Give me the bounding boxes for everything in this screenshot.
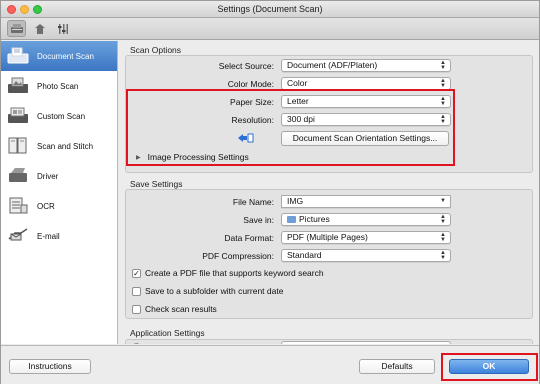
file-name-combobox[interactable]: IMG ▼	[281, 195, 451, 208]
open-with-app-radio[interactable]	[132, 343, 141, 344]
save-settings-heading: Save Settings	[130, 179, 183, 189]
color-mode-value: Color	[287, 78, 308, 88]
application-settings-heading: Application Settings	[130, 328, 205, 338]
check-scan-results-checkbox[interactable]: Check scan results	[132, 304, 217, 314]
updown-arrow-icon: ▲ ▼	[440, 214, 446, 225]
checkmark-icon: ✓	[132, 268, 141, 278]
data-format-value: PDF (Multiple Pages)	[287, 232, 368, 242]
file-name-label: File Name:	[232, 197, 274, 207]
folder-icon	[287, 216, 296, 223]
tab-general-settings[interactable]	[30, 20, 49, 37]
scan-mode-sidebar: Document Scan Photo Scan Custom Scan Sca…	[1, 41, 118, 344]
updown-arrow-icon: ▲ ▼	[440, 60, 446, 71]
document-scan-icon	[5, 45, 31, 67]
settings-window: Settings (Document Scan) Document Scan P…	[0, 0, 540, 384]
window-title: Settings (Document Scan)	[217, 4, 323, 14]
data-format-label: Data Format:	[224, 233, 274, 243]
checkbox-box	[132, 286, 141, 296]
application-settings-group	[125, 339, 533, 344]
driver-icon	[5, 165, 31, 187]
tab-preferences[interactable]	[53, 20, 72, 37]
sidebar-item-label: OCR	[37, 201, 55, 211]
instructions-button[interactable]: Instructions	[9, 359, 91, 374]
sidebar-item-custom-scan[interactable]: Custom Scan	[1, 101, 117, 131]
pdf-compression-dropdown[interactable]: Standard ▲ ▼	[281, 249, 451, 262]
file-name-value: IMG	[287, 196, 304, 206]
select-source-value: Document (ADF/Platen)	[287, 60, 378, 70]
toolbar	[1, 18, 539, 40]
sidebar-item-label: Document Scan	[37, 51, 94, 61]
email-icon	[5, 225, 31, 247]
scan-options-heading: Scan Options	[130, 45, 182, 55]
subfolder-checkbox[interactable]: Save to a subfolder with current date	[132, 286, 283, 296]
title-bar: Settings (Document Scan)	[1, 1, 539, 18]
keyword-search-label: Create a PDF file that supports keyword …	[145, 268, 324, 278]
sidebar-item-document-scan[interactable]: Document Scan	[1, 41, 117, 71]
sidebar-item-label: E-mail	[37, 231, 60, 241]
updown-arrow-icon: ▲ ▼	[440, 232, 446, 243]
data-format-dropdown[interactable]: PDF (Multiple Pages) ▲ ▼	[281, 231, 451, 244]
sidebar-item-email[interactable]: E-mail	[1, 221, 117, 251]
ok-button-highlight	[441, 353, 538, 381]
sidebar-item-scan-and-stitch[interactable]: Scan and Stitch	[1, 131, 117, 161]
settings-panel: Scan Options Select Source: Document (AD…	[119, 41, 539, 344]
custom-scan-icon	[5, 105, 31, 127]
sidebar-item-label: Driver	[37, 171, 59, 181]
keyword-search-checkbox[interactable]: ✓ Create a PDF file that supports keywor…	[132, 268, 324, 278]
updown-arrow-icon: ▲ ▼	[440, 250, 446, 261]
scan-and-stitch-icon	[5, 135, 31, 157]
ocr-icon	[5, 195, 31, 217]
pdf-compression-value: Standard	[287, 250, 322, 260]
photo-scan-icon	[5, 75, 31, 97]
save-in-label: Save in:	[243, 215, 274, 225]
dropdown-arrow-icon: ▼	[440, 198, 446, 204]
defaults-button[interactable]: Defaults	[359, 359, 435, 374]
sidebar-item-label: Custom Scan	[37, 111, 86, 121]
color-mode-label: Color Mode:	[227, 79, 274, 89]
pdf-compression-label: PDF Compression:	[202, 251, 274, 261]
sidebar-item-photo-scan[interactable]: Photo Scan	[1, 71, 117, 101]
save-settings-group: File Name: IMG ▼ Save in: Pictures ▲ ▼ Da…	[125, 189, 533, 319]
subfolder-label: Save to a subfolder with current date	[145, 286, 284, 296]
scan-options-highlight	[126, 89, 455, 166]
tab-scan-settings[interactable]	[7, 20, 26, 37]
select-source-label: Select Source:	[218, 61, 274, 71]
check-results-label: Check scan results	[145, 304, 217, 314]
sidebar-item-ocr[interactable]: OCR	[1, 191, 117, 221]
save-in-value: Pictures	[299, 214, 330, 224]
preferences-icon	[57, 23, 68, 34]
general-settings-icon	[34, 23, 45, 34]
updown-arrow-icon: ▲ ▼	[440, 78, 446, 89]
save-in-dropdown[interactable]: Pictures ▲ ▼	[281, 213, 451, 226]
select-source-dropdown[interactable]: Document (ADF/Platen) ▲ ▼	[281, 59, 451, 72]
sidebar-item-label: Scan and Stitch	[37, 141, 94, 151]
checkbox-box	[132, 304, 141, 314]
sidebar-item-label: Photo Scan	[37, 81, 79, 91]
scan-settings-icon	[10, 23, 23, 33]
sidebar-item-driver[interactable]: Driver	[1, 161, 117, 191]
application-dropdown[interactable]	[281, 341, 451, 344]
